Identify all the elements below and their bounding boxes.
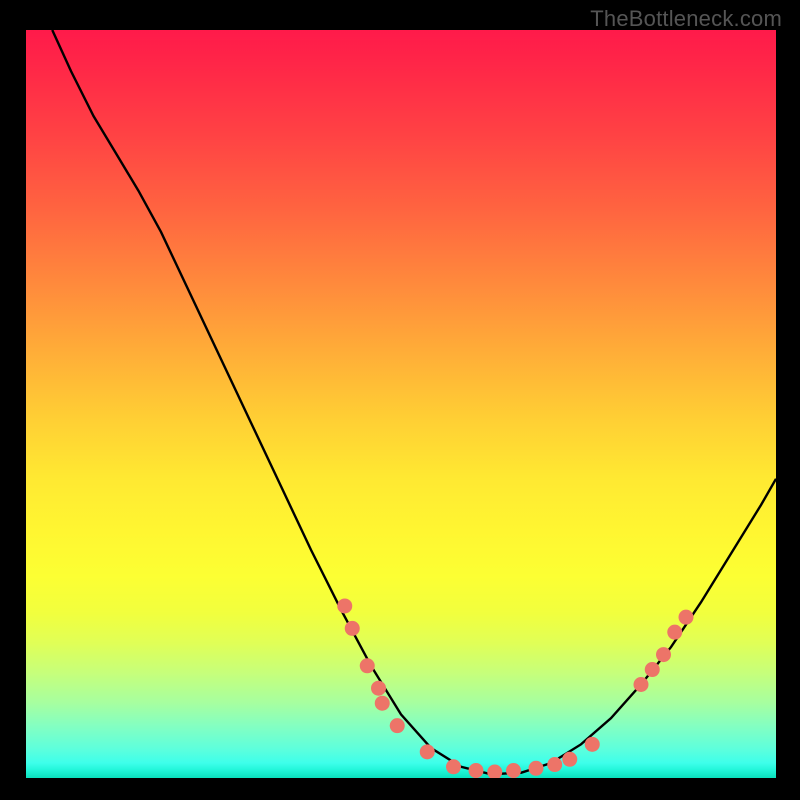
scatter-point [645,662,660,677]
scatter-point [547,757,562,772]
scatter-point [371,681,386,696]
scatter-point [446,759,461,774]
scatter-point [562,752,577,767]
scatter-point [360,658,375,673]
scatter-points [337,598,693,778]
scatter-point [667,625,682,640]
scatter-point [337,598,352,613]
scatter-point [506,763,521,778]
scatter-point [345,621,360,636]
chart-svg [26,30,776,778]
bottleneck-curve [52,30,776,774]
scatter-point [390,718,405,733]
scatter-point [375,696,390,711]
scatter-point [420,744,435,759]
scatter-point [529,761,544,776]
scatter-point [656,647,671,662]
chart-plot-area [26,30,776,778]
scatter-point [487,765,502,778]
scatter-point [469,763,484,778]
scatter-point [679,610,694,625]
watermark-text: TheBottleneck.com [590,6,782,32]
scatter-point [634,677,649,692]
scatter-point [585,737,600,752]
